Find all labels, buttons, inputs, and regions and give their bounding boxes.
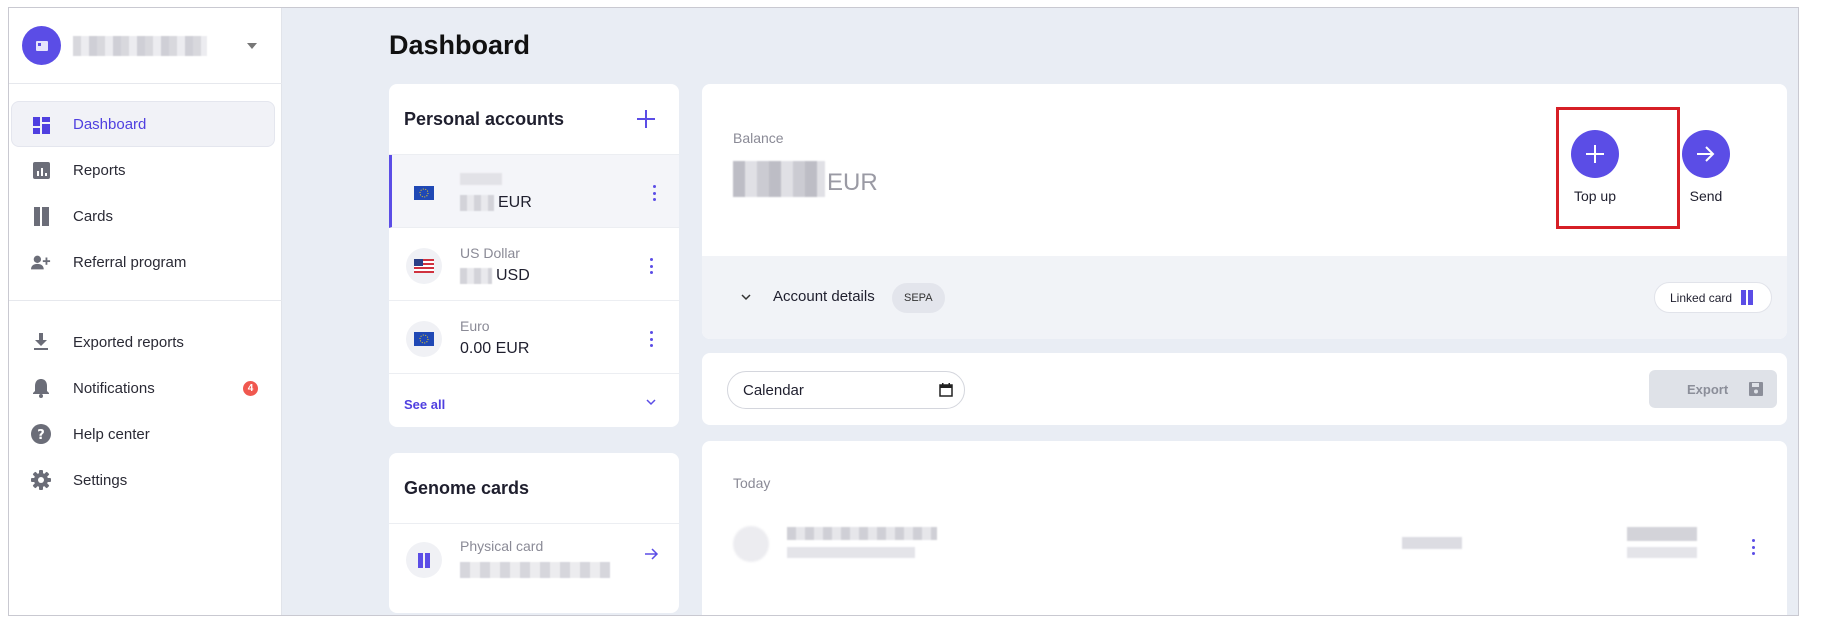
card-item[interactable]: Physical card (389, 524, 679, 597)
account-details-bar: Account details SEPA Linked card (702, 256, 1787, 339)
account-name (460, 172, 502, 188)
account-amount: USD (460, 267, 530, 285)
add-account-icon[interactable] (637, 110, 655, 128)
referral-icon (31, 252, 51, 272)
account-name: Euro (460, 318, 490, 334)
send-button[interactable]: Send (1668, 130, 1744, 204)
account-amount: EUR (460, 194, 532, 212)
chevron-down-icon[interactable] (741, 294, 751, 301)
arrow-right-icon (1682, 130, 1730, 178)
download-icon (31, 332, 51, 352)
kebab-menu-icon[interactable] (1752, 539, 1756, 555)
account-amount: 0.00 EUR (460, 340, 530, 357)
org-switcher[interactable] (9, 8, 282, 84)
org-name (73, 35, 207, 56)
calendar-icon[interactable] (939, 383, 953, 397)
sidebar-item-exported-reports[interactable]: Exported reports (9, 319, 282, 365)
eu-flag-icon (406, 175, 442, 211)
balance-label: Balance (733, 130, 784, 146)
building-icon (35, 40, 48, 51)
panel-title: Genome cards (389, 453, 679, 524)
calendar-input[interactable]: Calendar (727, 371, 965, 409)
card-icon (406, 542, 442, 578)
account-item[interactable]: Euro 0.00 EUR (389, 301, 679, 374)
see-all-link[interactable]: See all (404, 397, 445, 412)
account-item[interactable]: EUR (389, 155, 679, 228)
account-details-toggle[interactable]: Account details (773, 288, 875, 305)
page-title: Dashboard (389, 30, 531, 60)
app-window: Dashboard Reports Cards Referral program (8, 7, 1799, 616)
eu-flag-icon (406, 321, 442, 357)
sidebar: Dashboard Reports Cards Referral program (9, 8, 282, 615)
card-number (460, 562, 610, 578)
sepa-badge: SEPA (892, 283, 945, 313)
linked-card-button[interactable]: Linked card (1654, 282, 1772, 313)
send-label: Send (1689, 188, 1723, 204)
sidebar-item-reports[interactable]: Reports (9, 147, 282, 193)
personal-accounts-panel: Personal accounts EUR US Dollar USD Euro… (389, 84, 679, 427)
transaction-row[interactable] (702, 523, 1787, 573)
chevron-down-icon[interactable] (646, 399, 656, 406)
nav-divider (9, 300, 282, 301)
sidebar-item-help-center[interactable]: ? Help center (9, 411, 282, 457)
transaction-time (1627, 547, 1697, 558)
sidebar-item-label: Help center (73, 425, 150, 443)
sidebar-item-label: Notifications (73, 379, 155, 397)
balance-amount: EUR (733, 161, 878, 197)
transaction-subtitle (787, 547, 915, 558)
us-flag-icon (406, 248, 442, 284)
dashboard-icon (31, 115, 51, 135)
export-button[interactable]: Export (1649, 370, 1777, 408)
sidebar-item-referral[interactable]: Referral program (9, 239, 282, 285)
calendar-placeholder: Calendar (743, 381, 804, 399)
nav-primary: Dashboard Reports Cards Referral program (9, 101, 282, 285)
gear-icon (31, 470, 51, 490)
transactions-panel: Today (702, 441, 1787, 615)
export-label: Export (1687, 381, 1729, 397)
sidebar-item-label: Reports (73, 161, 126, 179)
arrow-right-icon[interactable] (645, 548, 659, 560)
transaction-group-label: Today (733, 475, 771, 491)
kebab-menu-icon[interactable] (650, 258, 654, 274)
sidebar-item-cards[interactable]: Cards (9, 193, 282, 239)
card-label: Physical card (460, 538, 544, 554)
cards-icon (31, 206, 51, 226)
account-name: US Dollar (460, 245, 520, 261)
sidebar-item-label: Dashboard (73, 115, 147, 133)
help-icon: ? (31, 424, 51, 444)
avatar (733, 526, 769, 562)
filter-bar: Calendar Export (702, 353, 1787, 425)
nav-secondary: Exported reports Notifications 4 ? Help … (9, 319, 282, 503)
sidebar-item-label: Referral program (73, 253, 187, 271)
highlight-box (1556, 107, 1680, 229)
notification-badge: 4 (243, 381, 258, 396)
sidebar-item-dashboard[interactable]: Dashboard (11, 101, 275, 147)
save-icon (1749, 382, 1763, 396)
chevron-down-icon[interactable] (247, 42, 257, 49)
org-avatar (22, 26, 61, 65)
transaction-title (787, 527, 937, 540)
sidebar-item-label: Settings (73, 471, 128, 489)
sidebar-item-settings[interactable]: Settings (9, 457, 282, 503)
balance-panel: Balance EUR Top up Send Account details … (702, 84, 1787, 339)
linked-card-label: Linked card (1670, 290, 1733, 305)
card-icon (1741, 290, 1754, 305)
sidebar-item-label: Cards (73, 207, 114, 225)
transaction-amount (1627, 527, 1697, 541)
reports-icon (31, 160, 51, 180)
kebab-menu-icon[interactable] (653, 185, 657, 201)
sidebar-item-notifications[interactable]: Notifications 4 (9, 365, 282, 411)
kebab-menu-icon[interactable] (650, 331, 654, 347)
account-item[interactable]: US Dollar USD (389, 228, 679, 301)
transaction-status (1402, 537, 1462, 549)
svg-text:?: ? (37, 428, 45, 443)
sidebar-item-label: Exported reports (73, 333, 184, 351)
bell-icon (31, 378, 51, 398)
genome-cards-panel: Genome cards Physical card (389, 453, 679, 613)
panel-title: Personal accounts (389, 84, 679, 155)
